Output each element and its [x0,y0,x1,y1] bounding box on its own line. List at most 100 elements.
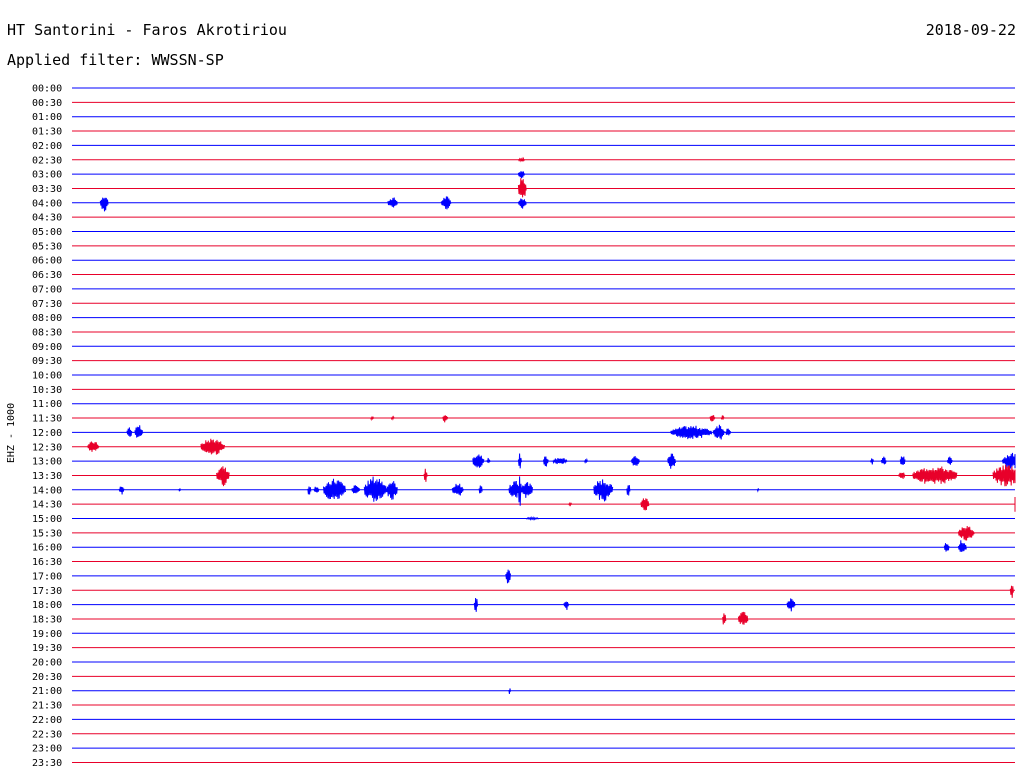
seismic-event-trace [640,498,650,511]
row-time-label: 12:30 [32,442,62,453]
seismic-events [87,156,1016,694]
seismic-event-trace [517,198,527,209]
seismic-event-trace [1001,452,1016,470]
row-time-label: 04:30 [32,213,62,224]
seismic-event-trace [992,464,1016,487]
seismic-event-trace [670,425,713,440]
row-time-label: 15:30 [32,528,62,539]
seismic-event-trace [216,466,230,487]
seismic-event-trace [126,427,133,437]
row-time-label: 07:30 [32,299,62,310]
seismic-event-trace [351,485,361,494]
row-time-label: 08:30 [32,327,62,338]
seismic-event-trace [720,415,725,420]
seismic-event-trace [869,458,874,465]
seismic-event-trace [898,472,906,479]
seismic-event-trace [709,415,716,422]
seismic-event-trace [712,424,725,440]
row-time-label: 03:00 [32,170,62,181]
seismic-event-trace [505,569,511,584]
row-time-label: 06:30 [32,270,62,281]
seismic-event-trace [880,456,887,465]
seismic-event-trace [631,455,640,466]
seismic-event-trace [786,598,796,612]
row-time-label: 07:00 [32,284,62,295]
row-time-label: 19:00 [32,629,62,640]
row-time-label: 22:30 [32,729,62,740]
seismic-event-trace [552,457,568,465]
seismic-event-trace [134,425,144,438]
seismic-event-trace [568,502,573,507]
seismic-event-trace [87,441,100,452]
seismic-event-trace [385,481,398,500]
seismic-event-trace [626,485,631,496]
row-time-label: 05:00 [32,227,62,238]
row-time-label: 08:00 [32,313,62,324]
row-time-label: 12:00 [32,428,62,439]
seismic-event-trace [178,488,181,492]
seismic-event-trace [517,453,522,469]
seismic-event-trace [370,415,375,422]
row-time-label: 04:00 [32,198,62,209]
seismic-event-trace [363,476,387,502]
seismic-event-trace [442,415,449,423]
row-time-label: 02:00 [32,141,62,152]
seismic-event-trace [946,456,953,465]
row-time-label: 18:00 [32,600,62,611]
seismic-event-trace [583,457,588,465]
seismic-event-trace [118,486,125,495]
seismic-event-trace [323,478,346,500]
seismic-event-trace [667,453,676,469]
row-time-label: 01:00 [32,112,62,123]
seismic-event-trace [525,516,540,521]
seismic-event-trace [543,456,549,467]
seismic-event-trace [508,688,511,694]
row-time-label: 06:00 [32,256,62,267]
row-time-label: 01:30 [32,127,62,138]
row-time-label: 09:30 [32,356,62,367]
row-time-label: 20:00 [32,658,62,669]
row-time-label: 18:30 [32,614,62,625]
seismic-event-trace [517,178,527,198]
row-time-label: 10:30 [32,385,62,396]
seismic-event-trace [517,171,526,179]
row-time-label: 20:30 [32,672,62,683]
row-time-label: 09:00 [32,342,62,353]
seismic-event-trace [756,488,760,493]
row-time-label: 11:30 [32,414,62,425]
row-time-label: 16:30 [32,557,62,568]
row-time-label: 21:00 [32,686,62,697]
seismic-event-trace [478,485,483,494]
seismic-event-trace [1009,585,1014,598]
seismic-event-trace [472,454,485,468]
row-time-label: 03:30 [32,184,62,195]
row-time-label: 11:00 [32,399,62,410]
seismic-event-trace [725,428,731,436]
row-time-label: 23:00 [32,744,62,755]
row-baselines [72,87,1015,763]
seismic-event-trace [943,543,950,552]
seismic-event-trace [563,601,570,610]
seismic-event-trace [521,482,533,498]
seismic-event-trace [737,611,749,625]
seismogram-plot: 00:00 00:30 01:00 01:30 02:00 02:30 03:00 03:30… [32,84,1016,769]
seismic-event-trace [517,476,522,506]
seismic-event-trace [517,156,526,163]
seismic-event-trace [440,196,452,210]
row-time-label: 15:00 [32,514,62,525]
row-time-label: 22:00 [32,715,62,726]
row-time-label: 17:00 [32,571,62,582]
seismic-event-trace [912,466,958,484]
seismic-event-trace [473,597,478,612]
seismic-event-trace [390,415,395,421]
seismic-event-trace [423,468,428,482]
seismic-event-trace [387,197,398,208]
row-time-label: 13:00 [32,457,62,468]
row-time-label: 10:00 [32,371,62,382]
seismic-event-trace [722,613,727,625]
row-time-label: 19:30 [32,643,62,654]
row-time-label: 14:30 [32,500,62,511]
row-time-label: 14:00 [32,485,62,496]
row-time-label: 05:30 [32,241,62,252]
row-time-label: 16:00 [32,543,62,554]
